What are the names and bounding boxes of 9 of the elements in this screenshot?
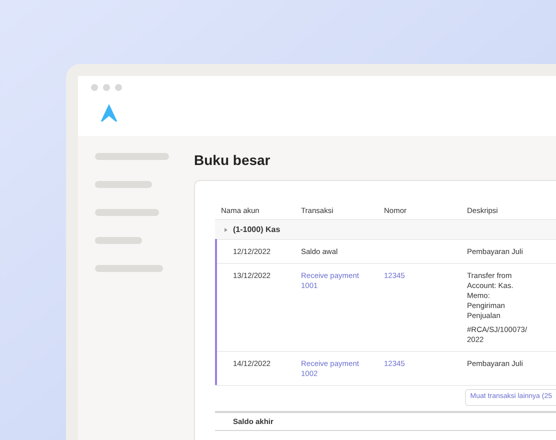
sidebar-placeholder	[95, 265, 163, 272]
sidebar-placeholder	[95, 181, 152, 188]
logo-icon	[100, 103, 118, 123]
account-name: (1-1000) Kas	[233, 224, 280, 236]
account-group-row[interactable]: (1-1000) Kas	[215, 219, 556, 239]
caret-right-icon[interactable]	[224, 228, 228, 232]
sidebar-placeholder	[95, 237, 142, 244]
page-title: Buku besar	[194, 151, 272, 170]
sidebar-placeholder	[95, 209, 159, 216]
